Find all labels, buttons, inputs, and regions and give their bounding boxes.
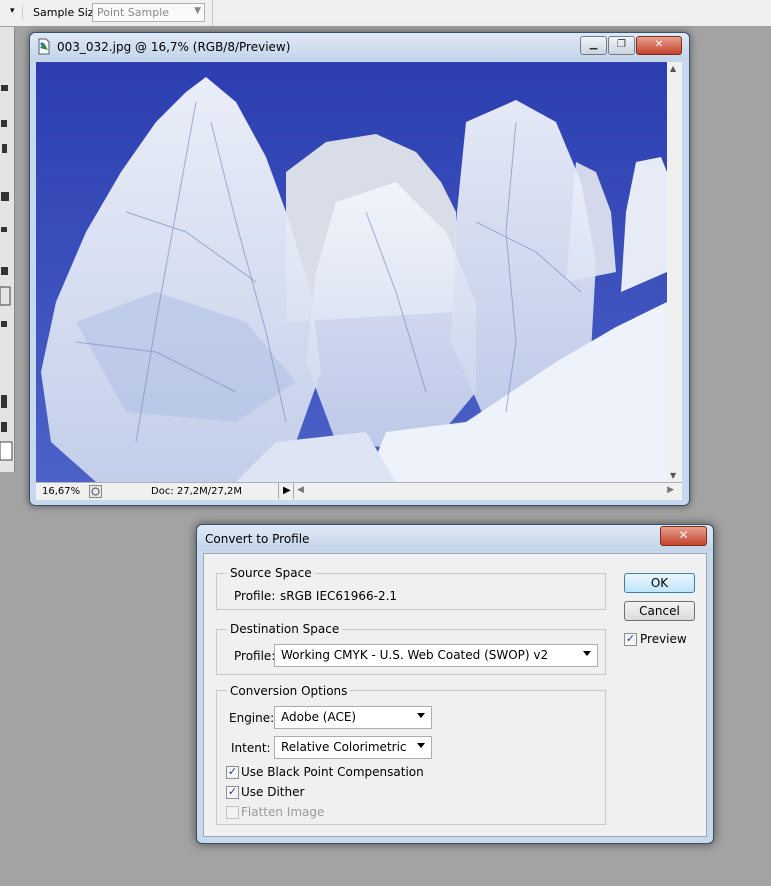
scroll-up-icon[interactable]: ▲: [670, 64, 676, 73]
scroll-left-icon[interactable]: ◀: [297, 485, 304, 495]
ok-button[interactable]: OK: [624, 573, 695, 593]
zoom-level[interactable]: 16,67%: [42, 486, 80, 497]
scroll-right-icon[interactable]: ▶: [667, 485, 674, 495]
engine-value: Adobe (ACE): [281, 710, 357, 724]
dialog-close-button[interactable]: ✕: [660, 526, 707, 546]
chevron-down-icon: [417, 713, 425, 718]
source-space-legend: Source Space: [227, 566, 315, 580]
preview-checkbox[interactable]: ✓: [624, 632, 637, 646]
status-bar: 16,67% Doc: 27,2M/27,2M ▶ ◀ ▶: [36, 482, 682, 500]
status-menu-button[interactable]: ▶: [278, 483, 294, 499]
destination-profile-select[interactable]: Working CMYK - U.S. Web Coated (SWOP) v2: [274, 644, 598, 667]
chevron-down-icon: [583, 651, 591, 656]
divider: [212, 0, 213, 26]
close-button[interactable]: ✕: [636, 36, 682, 55]
tools-panel: [0, 27, 15, 472]
sample-size-select[interactable]: Point Sample ▼: [92, 3, 205, 22]
tool-preset-picker[interactable]: ▾: [0, 6, 23, 20]
chevron-down-icon: [417, 743, 425, 748]
use-dither-checkbox[interactable]: ✓: [226, 785, 239, 799]
play-arrow-icon: ▶: [283, 485, 291, 496]
flatten-image-label[interactable]: Flatten Image: [241, 805, 324, 819]
dialog-title: Convert to Profile: [205, 532, 310, 546]
destination-space-legend: Destination Space: [227, 622, 343, 636]
source-profile-value: sRGB IEC61966-2.1: [280, 589, 398, 603]
restore-icon: ❐: [617, 39, 626, 50]
minimize-icon: ▁: [589, 39, 598, 50]
check-icon: ✓: [227, 765, 238, 778]
chevron-down-icon: ▾: [10, 6, 15, 16]
preview-label[interactable]: Preview: [640, 632, 687, 646]
chevron-down-icon: ▼: [194, 6, 201, 16]
use-dither-label[interactable]: Use Dither: [241, 785, 304, 799]
destination-profile-label: Profile:: [234, 649, 276, 663]
vertical-scrollbar[interactable]: ▲ ▼: [667, 62, 682, 482]
sample-size-value: Point Sample: [97, 6, 170, 19]
scroll-down-icon[interactable]: ▼: [670, 471, 676, 480]
dialog-body: Source Space Profile: sRGB IEC61966-2.1 …: [203, 553, 707, 837]
close-icon: ✕: [678, 528, 689, 542]
black-point-compensation-checkbox[interactable]: ✓: [226, 765, 239, 779]
image-canvas[interactable]: [36, 62, 667, 482]
check-icon: ✓: [227, 785, 238, 798]
intent-select[interactable]: Relative Colorimetric: [274, 736, 432, 759]
options-bar: ▾ Sample Size: Point Sample ▼: [0, 0, 771, 27]
conversion-options-legend: Conversion Options: [227, 684, 351, 698]
document-size-info: Doc: 27,2M/27,2M: [151, 486, 243, 497]
horizontal-scrollbar[interactable]: ◀ ▶: [293, 483, 682, 499]
engine-select[interactable]: Adobe (ACE): [274, 706, 432, 729]
convert-to-profile-dialog: Convert to Profile ✕ Source Space Profil…: [196, 524, 714, 844]
source-profile-label: Profile:: [234, 589, 276, 603]
document-icon: [38, 38, 50, 55]
destination-profile-value: Working CMYK - U.S. Web Coated (SWOP) v2: [281, 648, 549, 662]
engine-label: Engine:: [229, 711, 275, 725]
image-window-title: 003_032.jpg @ 16,7% (RGB/8/Preview): [57, 40, 291, 54]
intent-value: Relative Colorimetric: [281, 740, 407, 754]
status-indicator-icon[interactable]: [89, 485, 102, 498]
restore-button[interactable]: ❐: [608, 36, 635, 55]
minimize-button[interactable]: ▁: [580, 36, 607, 55]
tool-icons[interactable]: [0, 27, 14, 472]
snowy-trees-photo: [36, 62, 667, 482]
cancel-button[interactable]: Cancel: [624, 601, 695, 621]
flatten-image-checkbox[interactable]: [226, 806, 239, 819]
check-icon: ✓: [625, 632, 636, 645]
black-point-compensation-label[interactable]: Use Black Point Compensation: [241, 765, 424, 779]
close-icon: ✕: [654, 39, 664, 50]
image-window: 003_032.jpg @ 16,7% (RGB/8/Preview) ▁ ❐ …: [29, 32, 690, 506]
intent-label: Intent:: [231, 741, 271, 755]
